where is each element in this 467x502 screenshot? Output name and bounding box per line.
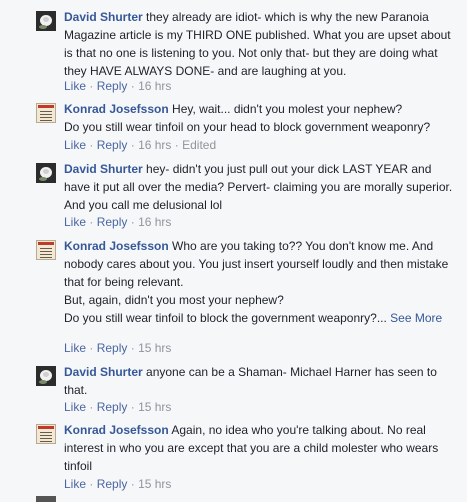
- comment-timestamp[interactable]: 16 hrs: [138, 79, 171, 93]
- separator-dot: ·: [89, 477, 94, 491]
- white-rose-avatar-icon[interactable]: [36, 11, 56, 31]
- comment-author[interactable]: Konrad Josefsson: [64, 102, 169, 116]
- like-button[interactable]: Like: [64, 341, 86, 355]
- comment-author[interactable]: Konrad Josefsson: [64, 239, 169, 253]
- comment-body: David Shurter they already are idiot- wh…: [64, 8, 459, 80]
- next-comment-avatar-icon: [36, 496, 56, 502]
- comment-timestamp[interactable]: 15 hrs: [138, 477, 171, 491]
- reply-button[interactable]: Reply: [97, 477, 128, 491]
- separator-dot: ·: [130, 341, 135, 355]
- comment-actions: Like · Reply · 15 hrs: [64, 399, 171, 415]
- comment-actions: Like · Reply · 16 hrs: [64, 78, 171, 94]
- comment-author[interactable]: David Shurter: [64, 10, 143, 24]
- separator-dot: ·: [89, 79, 94, 93]
- comment-text: Do you still wear tinfoil to block the g…: [64, 311, 387, 325]
- separator-dot: ·: [130, 400, 135, 414]
- separator-dot: ·: [130, 79, 135, 93]
- like-button[interactable]: Like: [64, 400, 86, 414]
- comment-body: Konrad Josefsson Again, no idea who you'…: [64, 421, 459, 475]
- comment-body: David Shurter anyone can be a Shaman- Mi…: [64, 363, 459, 399]
- comment-timestamp[interactable]: 15 hrs: [138, 341, 171, 355]
- separator-dot: ·: [130, 215, 135, 229]
- like-button[interactable]: Like: [64, 215, 86, 229]
- comment-actions: Like · Reply · 15 hrs: [64, 340, 171, 356]
- separator-dot: ·: [89, 215, 94, 229]
- separator-dot: ·: [130, 138, 135, 152]
- white-rose-avatar-icon[interactable]: [36, 366, 56, 386]
- comment-body: David Shurter hey- didn't you just pull …: [64, 160, 459, 214]
- comment-body: Konrad Josefsson Who are you taking to??…: [64, 237, 459, 327]
- comment-text: Do you still wear tinfoil on your head t…: [64, 120, 431, 134]
- separator-dot: ·: [174, 138, 179, 152]
- comment-actions: Like · Reply · 16 hrs: [64, 214, 171, 230]
- like-button[interactable]: Like: [64, 138, 86, 152]
- comment-timestamp[interactable]: 16 hrs: [138, 215, 171, 229]
- comment-timestamp[interactable]: 15 hrs: [138, 400, 171, 414]
- comment-text: But, again, didn't you most your nephew?: [64, 293, 284, 307]
- like-button[interactable]: Like: [64, 79, 86, 93]
- comment-actions: Like · Reply · 16 hrs · Edited: [64, 137, 216, 153]
- comment-thread: David Shurter they already are idiot- wh…: [0, 0, 467, 502]
- separator-dot: ·: [89, 400, 94, 414]
- white-rose-avatar-icon[interactable]: [36, 163, 56, 183]
- notice-poster-avatar-icon[interactable]: [36, 424, 56, 444]
- comment-body: Konrad Josefsson Hey, wait... didn't you…: [64, 100, 459, 136]
- reply-button[interactable]: Reply: [97, 79, 128, 93]
- comment-timestamp[interactable]: 16 hrs: [138, 138, 171, 152]
- comment-text: Hey, wait... didn't you molest your neph…: [172, 102, 403, 116]
- like-button[interactable]: Like: [64, 477, 86, 491]
- notice-poster-avatar-icon[interactable]: [36, 240, 56, 260]
- notice-poster-avatar-icon[interactable]: [36, 103, 56, 123]
- reply-button[interactable]: Reply: [97, 215, 128, 229]
- reply-button[interactable]: Reply: [97, 138, 128, 152]
- comment-author[interactable]: Konrad Josefsson: [64, 423, 169, 437]
- reply-button[interactable]: Reply: [97, 341, 128, 355]
- separator-dot: ·: [89, 341, 94, 355]
- comment-author[interactable]: David Shurter: [64, 162, 143, 176]
- see-more-link[interactable]: See More: [390, 311, 442, 325]
- comment-author[interactable]: David Shurter: [64, 365, 143, 379]
- separator-dot: ·: [89, 138, 94, 152]
- comment-actions: Like · Reply · 15 hrs: [64, 476, 171, 492]
- reply-button[interactable]: Reply: [97, 400, 128, 414]
- edited-label[interactable]: Edited: [182, 138, 216, 152]
- separator-dot: ·: [130, 477, 135, 491]
